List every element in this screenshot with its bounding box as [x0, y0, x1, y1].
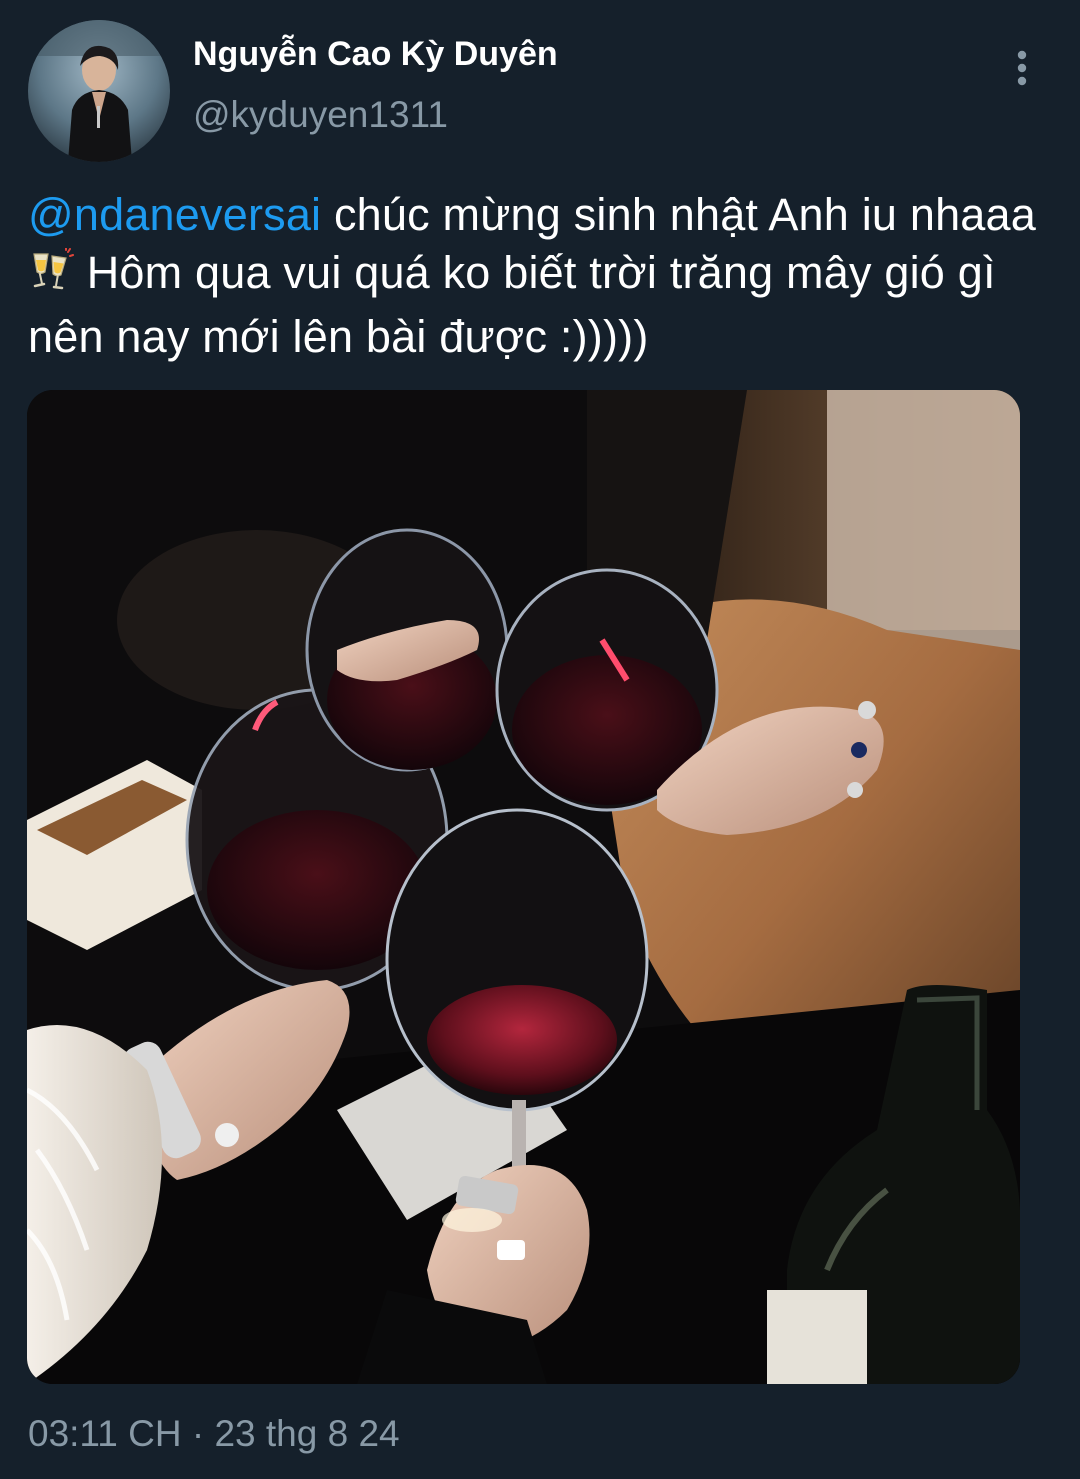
tweet-photo[interactable]	[27, 390, 1020, 1384]
tweet-text-part-1: chúc mừng sinh nhật Anh iu nhaaa	[321, 189, 1036, 240]
author-display-name[interactable]: Nguyễn Cao Kỳ Duyên	[193, 34, 558, 74]
author-avatar[interactable]	[28, 20, 170, 162]
mention-link[interactable]: @ndaneversai	[28, 189, 321, 240]
more-vertical-icon	[1017, 50, 1027, 86]
tweet-detail: Nguyễn Cao Kỳ Duyên @kyduyen1311 @ndanev…	[0, 0, 1080, 1479]
more-options-button[interactable]	[1000, 42, 1044, 94]
clinking-glasses-emoji-icon	[28, 246, 74, 308]
tweet-text: @ndaneversai chúc mừng sinh nhật Anh iu …	[28, 186, 1038, 366]
author-handle[interactable]: @kyduyen1311	[193, 94, 448, 136]
tweet-text-part-2: Hôm qua vui quá ko biết trời trăng mây g…	[28, 247, 996, 362]
tweet-timestamp[interactable]: 03:11 CH · 23 thg 8 24	[28, 1412, 400, 1456]
